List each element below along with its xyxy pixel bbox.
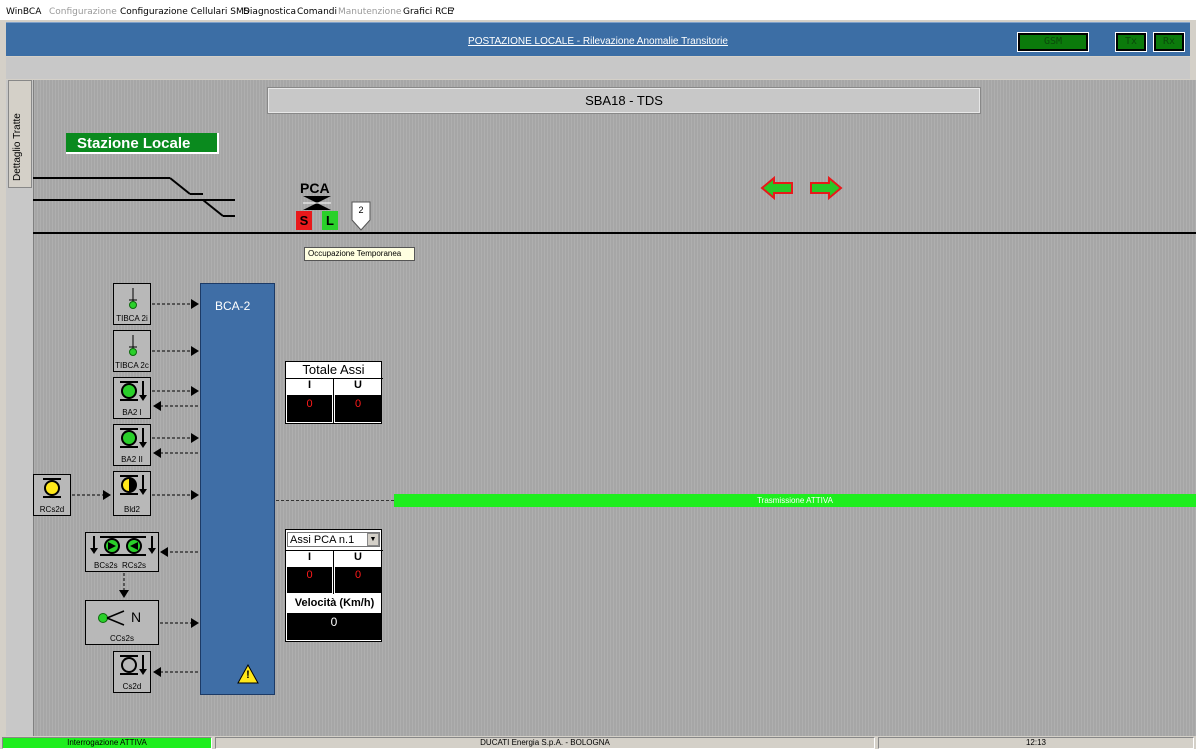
side-tab-label: Dettaglio Tratte <box>12 113 23 181</box>
device-rcs2d[interactable]: RCs2d <box>33 474 71 516</box>
section-number: 2 <box>358 205 364 215</box>
menu-configurazione[interactable]: Configurazione <box>49 7 117 17</box>
status-s-indicator: S <box>296 211 312 230</box>
tooltip-occupazione: Occupazione Temporanea <box>304 247 415 261</box>
connection-arrows <box>72 299 199 677</box>
station-header: SBA18 - TDS <box>267 87 981 114</box>
bca-block[interactable]: BCA-2 ! <box>200 283 275 695</box>
status-l-indicator: L <box>322 211 338 230</box>
toolbar-strip <box>6 57 1190 79</box>
direction-arrows <box>760 176 843 200</box>
track-diagram <box>33 177 1196 234</box>
device-label: RCs2d <box>39 505 65 514</box>
menu-manutenzione[interactable]: Manutenzione <box>338 7 401 17</box>
arrow-left-icon <box>760 176 793 200</box>
menu-diagnostica[interactable]: Diagnostica <box>243 7 296 17</box>
pca-switch-icon[interactable] <box>303 196 331 210</box>
arrow-right-icon <box>810 176 843 200</box>
col-u-header: U <box>354 379 362 391</box>
rx-indicator: Rx <box>1153 32 1185 52</box>
col-i-header: I <box>307 551 312 563</box>
title-bar: POSTAZIONE LOCALE - Rilevazione Anomalie… <box>6 22 1190 56</box>
clock: 12:13 <box>878 737 1194 749</box>
status-bar: Interrogazione ATTIVA DUCATI Energia S.p… <box>0 736 1196 749</box>
totale-assi-panel: Totale Assi I U 0 0 <box>285 361 383 424</box>
menu-bar: WinBCA Configurazione Configurazione Cel… <box>0 0 1196 20</box>
totale-assi-title: Totale Assi <box>302 362 365 377</box>
totale-i-value: 0 <box>287 395 332 422</box>
transmission-link <box>276 500 394 501</box>
bca-label: BCA-2 <box>215 299 251 313</box>
menu-grafici-rce[interactable]: Grafici RCE <box>403 7 453 17</box>
assi-pca-u-value: 0 <box>335 567 381 593</box>
totale-u-value: 0 <box>335 395 381 422</box>
speed-label: Velocità (Km/h) <box>294 597 375 609</box>
station-label: Stazione Locale <box>66 133 219 154</box>
warning-mark: ! <box>246 669 250 681</box>
gsm-indicator: GSM <box>1017 32 1089 52</box>
transmission-status-bar: Trasmissione ATTIVA <box>394 494 1196 507</box>
pca-label: PCA <box>300 180 330 196</box>
window-title: POSTAZIONE LOCALE - Rilevazione Anomalie… <box>468 36 728 47</box>
interrogazione-status: Interrogazione ATTIVA <box>2 737 212 749</box>
speed-value: 0 <box>287 613 381 640</box>
menu-help[interactable]: ? <box>450 7 455 17</box>
menu-winbca[interactable]: WinBCA <box>6 7 41 17</box>
col-u-header: U <box>354 551 362 563</box>
yellow-lamp-icon <box>43 478 61 498</box>
side-tab-dettaglio-tratte[interactable]: Dettaglio Tratte <box>8 80 32 188</box>
assi-pca-i-value: 0 <box>287 567 332 593</box>
assi-pca-panel: Assi PCA n.1 ▼ I U 0 0 Velocità (Km/h) 0 <box>285 529 383 642</box>
col-i-header: I <box>307 379 312 391</box>
menu-comandi[interactable]: Comandi <box>297 7 337 17</box>
tx-indicator: Tx <box>1115 32 1147 52</box>
company-label: DUCATI Energia S.p.A. - BOLOGNA <box>215 737 875 749</box>
assi-pca-select[interactable]: Assi PCA n.1 ▼ <box>287 532 380 547</box>
menu-configurazione-cellulari[interactable]: Configurazione Cellulari SMS <box>120 7 249 17</box>
assi-pca-selected: Assi PCA n.1 <box>290 534 355 546</box>
chevron-down-icon[interactable]: ▼ <box>367 533 379 546</box>
